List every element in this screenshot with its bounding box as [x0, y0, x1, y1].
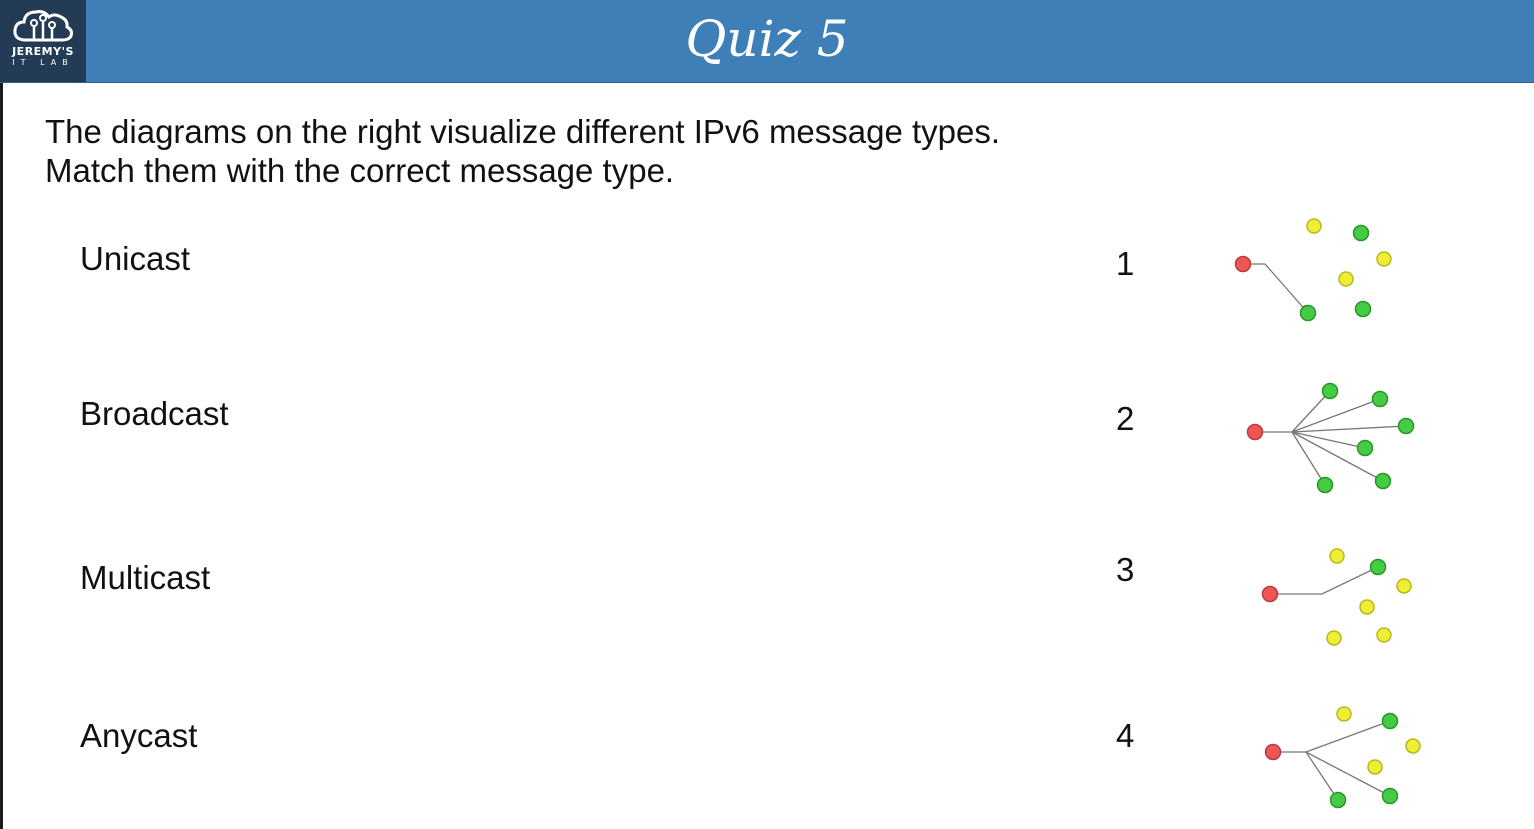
node: [1329, 548, 1345, 564]
diagram-4: [1264, 706, 1421, 809]
source-node: [1234, 255, 1252, 273]
term-multicast: Multicast: [80, 559, 211, 596]
node: [1352, 224, 1370, 242]
left-edge-border: [0, 0, 3, 829]
path-line: [1243, 263, 1309, 314]
node: [1321, 382, 1339, 400]
slide-header: JEREMY'S IT LAB Quiz 5: [0, 0, 1534, 83]
diagram-number-4: 4: [1116, 717, 1135, 754]
path-line: [1270, 566, 1379, 595]
node: [1306, 218, 1322, 234]
question-line-1: The diagrams on the right visualize diff…: [45, 113, 1001, 150]
node: [1299, 304, 1317, 322]
question-line-2: Match them with the correct message type…: [45, 152, 675, 189]
node: [1326, 630, 1342, 646]
diagram-2: [1246, 382, 1415, 494]
diagram-3: [1261, 548, 1412, 646]
node: [1354, 300, 1372, 318]
diagram-1: [1234, 218, 1392, 322]
source-node: [1261, 585, 1279, 603]
term-unicast: Unicast: [80, 240, 191, 277]
question-text: The diagrams on the right visualize diff…: [45, 112, 1145, 190]
node: [1329, 791, 1347, 809]
node: [1367, 759, 1383, 775]
diagram-number-2: 2: [1116, 400, 1135, 437]
node: [1356, 439, 1374, 457]
node: [1376, 627, 1392, 643]
node: [1374, 472, 1392, 490]
term-anycast: Anycast: [80, 717, 198, 754]
node: [1397, 417, 1415, 435]
node: [1369, 558, 1387, 576]
node: [1316, 476, 1334, 494]
term-broadcast: Broadcast: [80, 395, 229, 432]
diagram-number-1: 1: [1116, 245, 1135, 282]
node: [1376, 251, 1392, 267]
node: [1359, 599, 1375, 615]
node: [1336, 706, 1352, 722]
node: [1396, 578, 1412, 594]
slide-title: Quiz 5: [685, 10, 849, 68]
node: [1371, 390, 1389, 408]
node: [1405, 738, 1421, 754]
diagram-number-3: 3: [1116, 551, 1135, 588]
node: [1381, 787, 1399, 805]
source-node: [1246, 423, 1264, 441]
source-node: [1264, 743, 1282, 761]
node: [1381, 712, 1399, 730]
node: [1338, 271, 1354, 287]
